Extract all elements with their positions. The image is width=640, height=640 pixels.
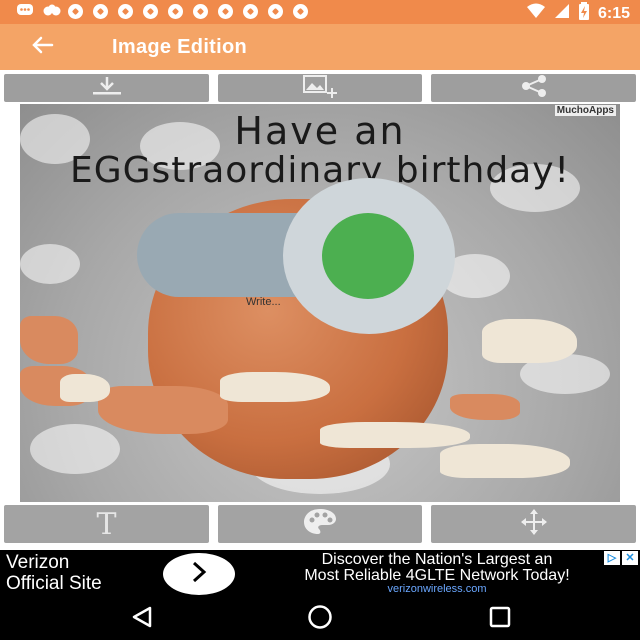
toggle-switch[interactable]: [137, 178, 455, 334]
eggshell-piece: [20, 316, 78, 364]
soccer-ball-icon: [93, 3, 108, 19]
ad-choices-icon[interactable]: ▷: [604, 551, 620, 565]
share-icon: [516, 74, 552, 103]
system-status: 6:15: [526, 2, 630, 25]
card-title-line: Have an: [234, 109, 406, 153]
bottom-toolbar: T: [0, 505, 640, 543]
signal-icon: [554, 3, 570, 24]
soccer-ball-icon: [143, 3, 158, 19]
bokeh-light: [30, 424, 120, 474]
back-button[interactable]: [26, 33, 58, 61]
ad-brand-line: Verizon: [6, 552, 70, 573]
watermark: MuchoApps: [554, 105, 616, 116]
notification-icons: [16, 3, 308, 19]
page-title: Image Edition: [112, 36, 248, 58]
text-icon: T: [96, 506, 117, 542]
soccer-ball-icon: [68, 3, 83, 19]
eggshell-fragment: [482, 319, 577, 363]
eggshell-piece: [450, 394, 520, 420]
ad-banner[interactable]: Verizon Official Site Discover the Natio…: [0, 550, 640, 597]
status-time: 6:15: [597, 4, 630, 22]
nav-home-button[interactable]: [306, 604, 334, 635]
ad-headline-line: Most Reliable 4GLTE Network Today!: [304, 567, 570, 584]
palette-icon: [301, 507, 339, 542]
ad-headline-line: Discover the Nation's Largest an: [321, 551, 553, 568]
soccer-ball-icon: [293, 3, 308, 19]
top-toolbar: [0, 72, 640, 102]
community-icon: [42, 3, 61, 19]
add-text-button[interactable]: T: [4, 505, 209, 543]
battery-charging-icon: [578, 2, 590, 25]
eggshell-fragment: [320, 422, 470, 448]
eggshell-fragment: [60, 374, 110, 402]
eggshell-fragment: [440, 444, 570, 478]
soccer-ball-icon: [268, 3, 283, 19]
ad-brand-line: Official Site: [6, 573, 102, 594]
soccer-ball-icon: [168, 3, 183, 19]
color-palette-button[interactable]: [218, 505, 422, 543]
eggshell-fragment: [220, 372, 330, 402]
ad-brand: Verizon Official Site: [6, 552, 102, 594]
share-button[interactable]: [431, 74, 636, 102]
nav-recents-button[interactable]: [486, 606, 514, 632]
nav-back-button[interactable]: [128, 606, 156, 632]
home-circle-icon: [307, 604, 333, 635]
eggshell-piece: [98, 386, 228, 434]
download-icon: [89, 75, 125, 102]
bokeh-light: [20, 244, 80, 284]
wifi-icon: [526, 3, 546, 24]
soccer-ball-icon: [243, 3, 258, 19]
add-image-icon: [298, 74, 342, 103]
move-button[interactable]: [431, 505, 636, 543]
soccer-ball-icon: [193, 3, 208, 19]
ad-url[interactable]: verizonwireless.com: [240, 583, 634, 595]
ad-go-button[interactable]: [163, 553, 235, 595]
messenger-icon: [16, 3, 33, 19]
move-icon: [516, 507, 552, 542]
chevron-right-icon: [189, 560, 209, 589]
ad-headline: Discover the Nation's Largest an Most Re…: [240, 552, 634, 584]
toggle-thumb[interactable]: [322, 213, 414, 299]
add-image-button[interactable]: [218, 74, 422, 102]
soccer-ball-icon: [218, 3, 233, 19]
ad-choices: ▷ ✕: [604, 551, 638, 565]
back-triangle-icon: [130, 605, 154, 634]
app-bar: Image Edition: [0, 24, 640, 70]
arrow-left-icon: [30, 35, 54, 60]
ad-close-icon[interactable]: ✕: [622, 551, 638, 565]
status-bar: 6:15: [0, 0, 640, 24]
nav-bar: [0, 597, 640, 640]
download-button[interactable]: [4, 74, 209, 102]
recents-square-icon: [488, 605, 512, 634]
soccer-ball-icon: [118, 3, 133, 19]
